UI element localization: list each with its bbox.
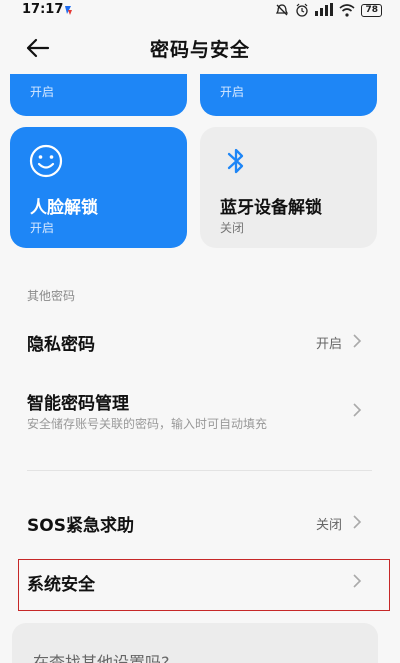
app-notification-icon (65, 6, 72, 15)
hd-signal-icon (315, 3, 334, 16)
highlight-box (18, 559, 390, 611)
bluetooth-icon (227, 148, 244, 174)
chevron-right-icon (353, 515, 362, 529)
tile-status: 开启 (220, 85, 245, 99)
tile-status: 关闭 (220, 221, 245, 235)
more-settings-text: 在查找其他设置吗? (33, 653, 170, 663)
header: 密码与安全 (0, 22, 400, 74)
status-icons: 78 (275, 3, 382, 17)
section-label-other-passwords: 其他密码 (27, 289, 76, 303)
row-value: 开启 (315, 337, 342, 352)
smart-password-manager-row[interactable]: 智能密码管理 安全储存账号关联的密码，输入时可自动填充 (0, 380, 400, 442)
row-subtitle: 安全储存账号关联的密码，输入时可自动填充 (27, 417, 268, 431)
tile-title: 人脸解锁 (30, 198, 98, 218)
unlock-tile-top-right[interactable]: 开启 (200, 74, 377, 116)
more-settings-card[interactable]: 在查找其他设置吗? (12, 623, 378, 663)
chevron-right-icon (353, 334, 362, 348)
smiley-face-icon (29, 144, 63, 178)
tile-title: 蓝牙设备解锁 (220, 198, 322, 218)
status-time: 17:17 (22, 2, 64, 17)
row-title: SOS紧急求助 (27, 516, 134, 536)
tile-status: 开启 (30, 85, 55, 99)
bluetooth-unlock-tile[interactable]: 蓝牙设备解锁 关闭 (200, 127, 377, 248)
row-title: 隐私密码 (27, 335, 95, 355)
chevron-right-icon (353, 403, 362, 417)
wifi-icon (339, 3, 355, 17)
alarm-clock-icon (296, 3, 309, 17)
sos-emergency-row[interactable]: SOS紧急求助 关闭 (0, 499, 400, 545)
status-bar: 17:17 78 (0, 0, 400, 22)
alarm-off-icon (276, 4, 289, 16)
unlock-tile-top-left[interactable]: 开启 (10, 74, 187, 116)
battery-icon: 78 (361, 3, 382, 17)
divider (27, 470, 372, 471)
privacy-password-row[interactable]: 隐私密码 开启 (0, 318, 400, 364)
row-title: 智能密码管理 (27, 394, 129, 414)
row-value: 关闭 (315, 518, 342, 533)
face-unlock-tile[interactable]: 人脸解锁 开启 (10, 127, 187, 248)
tile-status: 开启 (30, 221, 55, 235)
page-title: 密码与安全 (149, 39, 250, 61)
